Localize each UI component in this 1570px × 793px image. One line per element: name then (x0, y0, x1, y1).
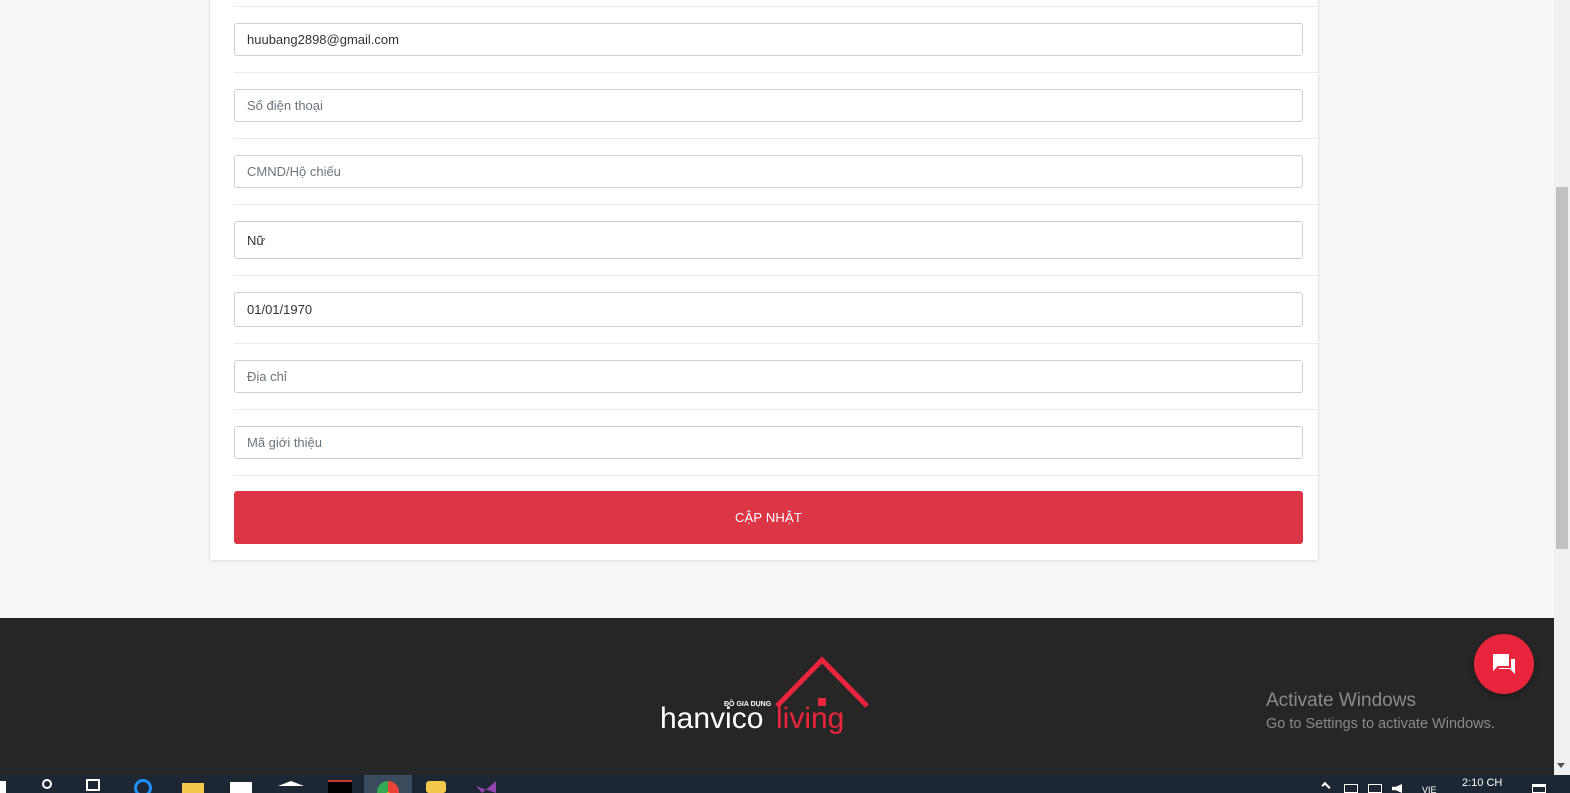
system-clock[interactable]: 2:10 CH (1462, 777, 1502, 789)
form-divider (234, 138, 1319, 139)
activation-subtitle: Go to Settings to activate Windows. (1266, 716, 1495, 732)
scroll-down-arrow-icon[interactable] (1557, 763, 1565, 768)
chat-icon (1493, 654, 1515, 674)
site-footer: ĐỒ GIA DỤNG hanvico living Activate Wind… (0, 618, 1554, 775)
windows-activation-watermark: Activate Windows Go to Settings to activ… (1266, 690, 1495, 732)
referral-code-field[interactable]: Mã giới thiệu (234, 426, 1303, 459)
task-view-icon[interactable] (86, 779, 100, 791)
email-field[interactable]: huubang2898@gmail.com (234, 23, 1303, 56)
form-divider (234, 409, 1319, 410)
address-placeholder: Địa chỉ (247, 369, 287, 384)
gender-select[interactable]: Nữ (234, 221, 1303, 259)
referral-placeholder: Mã giới thiệu (247, 435, 323, 450)
profile-form-card: huubang2898@gmail.com Số điện thoại CMND… (209, 0, 1319, 561)
address-field[interactable]: Địa chỉ (234, 360, 1303, 393)
logo-word-living: living (776, 702, 844, 735)
birthdate-field[interactable]: 01/01/1970 (234, 292, 1303, 327)
birthdate-value: 01/01/1970 (247, 302, 313, 317)
tray-app-icon[interactable] (1344, 784, 1358, 793)
visual-studio-icon[interactable] (476, 781, 496, 793)
volume-icon[interactable] (1392, 784, 1402, 793)
start-icon[interactable] (0, 781, 6, 793)
windows-taskbar: VIE 2:10 CH (0, 775, 1570, 793)
form-divider (234, 275, 1319, 276)
tray-chevron-up-icon[interactable] (1321, 781, 1331, 792)
gender-value: Nữ (247, 232, 266, 248)
form-divider (234, 475, 1319, 476)
id-placeholder: CMND/Hộ chiếu (247, 164, 341, 179)
id-passport-field[interactable]: CMND/Hộ chiếu (234, 155, 1303, 188)
scrollbar-thumb[interactable] (1556, 187, 1568, 549)
network-icon[interactable] (1368, 784, 1382, 793)
form-divider (234, 6, 1319, 7)
action-center-icon[interactable] (1532, 784, 1546, 793)
form-divider (234, 72, 1319, 73)
phone-field[interactable]: Số điện thoại (234, 89, 1303, 122)
edge-browser-icon[interactable] (134, 779, 152, 793)
activation-title: Activate Windows (1266, 690, 1416, 711)
chat-button[interactable] (1474, 634, 1534, 694)
update-button-label: CẬP NHẬT (734, 510, 803, 525)
input-language[interactable]: VIE (1422, 785, 1437, 793)
logo-word-hanvico: hanvico (660, 702, 763, 735)
form-divider (234, 343, 1319, 344)
email-value: huubang2898@gmail.com (247, 32, 399, 47)
phone-placeholder: Số điện thoại (247, 98, 323, 113)
update-button[interactable]: CẬP NHẬT (234, 491, 1303, 544)
file-explorer-icon[interactable] (182, 783, 204, 793)
search-icon[interactable] (42, 779, 52, 789)
form-divider (234, 204, 1319, 205)
page: huubang2898@gmail.com Số điện thoại CMND… (0, 0, 1554, 775)
hanvico-living-logo[interactable]: ĐỒ GIA DỤNG hanvico living (655, 656, 875, 746)
graduation-cap-icon[interactable] (278, 781, 304, 786)
store-icon[interactable] (230, 782, 252, 793)
database-app-icon[interactable] (426, 781, 446, 793)
app-icon-red[interactable] (328, 780, 352, 793)
